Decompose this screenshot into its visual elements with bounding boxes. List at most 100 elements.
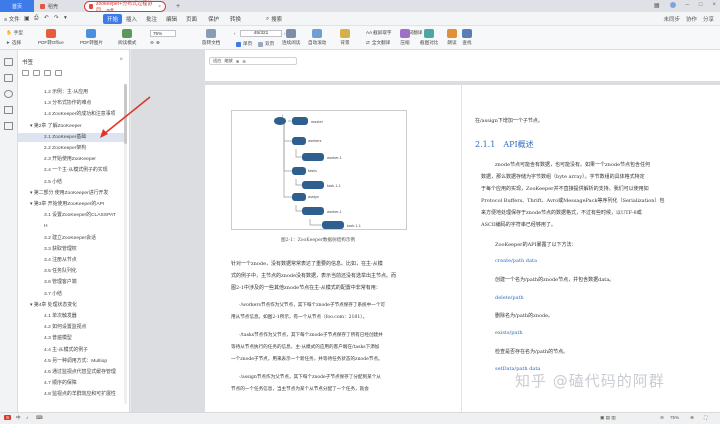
file-menu[interactable]: ≡ 文件 bbox=[4, 15, 20, 23]
close-sidebar-icon[interactable]: × bbox=[119, 57, 123, 63]
status-zoom[interactable]: 75% bbox=[670, 415, 679, 420]
delete-bookmark-icon[interactable] bbox=[55, 70, 62, 76]
screenshot-compare-button[interactable]: 截图对比 bbox=[420, 29, 438, 46]
read-aloud-button[interactable]: 朗读 bbox=[447, 29, 457, 46]
search-button[interactable]: ⌕ 搜索 bbox=[266, 15, 282, 24]
bookmark-item[interactable]: 2.3 开始使用ZooKeeper bbox=[18, 155, 124, 164]
menu-page[interactable]: 页面 bbox=[186, 15, 197, 23]
close-icon[interactable]: × bbox=[158, 4, 161, 10]
status-zoom-in[interactable]: ⊕ bbox=[690, 415, 694, 421]
user-avatar[interactable] bbox=[669, 2, 676, 8]
continuous-read-button[interactable]: 连续阅读 bbox=[282, 29, 300, 46]
bookmark-item[interactable]: 3.6 管理客户端 bbox=[18, 278, 124, 287]
single-page-button[interactable]: 单页 bbox=[236, 41, 252, 47]
ime-voice-icon[interactable]: ♪ bbox=[26, 415, 28, 420]
grid-icon[interactable]: ▦ bbox=[654, 2, 660, 9]
bookmark-item[interactable]: 3.4 注册从节点 bbox=[18, 256, 124, 265]
redo-icon[interactable]: ↷ bbox=[54, 15, 59, 21]
new-tab-button[interactable]: + bbox=[172, 1, 184, 12]
bookmark-item[interactable]: 4.3 普遍模型 bbox=[18, 334, 124, 343]
bookmark-item[interactable]: 3.1 设置ZooKeeper的CLASSPAT bbox=[18, 211, 124, 220]
collapse-icon[interactable] bbox=[33, 70, 40, 76]
ime-keyboard-icon[interactable]: ⌨ bbox=[36, 415, 43, 421]
scale-button[interactable]: 缩放 bbox=[224, 58, 232, 64]
menu-insert[interactable]: 插入 bbox=[126, 15, 137, 23]
bookmark-item[interactable]: 3.3 获取管理权 bbox=[18, 245, 124, 254]
menu-start[interactable]: 开始 bbox=[103, 14, 123, 24]
share-button[interactable]: 分享 bbox=[703, 15, 714, 23]
thumbnail-icon[interactable] bbox=[4, 74, 13, 82]
select-tool[interactable]: ➤ 选择 bbox=[6, 40, 21, 46]
double-page-button[interactable]: 双页 bbox=[258, 41, 274, 47]
menu-comment[interactable]: 批注 bbox=[146, 15, 157, 23]
float-zoom-in-icon[interactable]: ⊕ bbox=[236, 59, 240, 64]
bookmark-item[interactable]: 4.8 监视点的羊群效应和可扩展性 bbox=[18, 390, 124, 399]
document-viewport[interactable]: 适应 缩放 ⊕ ⊖ / master workers worker-1 task… bbox=[131, 50, 720, 412]
bookmark-item[interactable]: ▾ 第二部分 使用ZooKeeper进行开发 bbox=[18, 189, 124, 198]
full-translate-button[interactable]: ⇄ 全文翻译 bbox=[366, 40, 390, 46]
tab-docer[interactable]: 稻壳 bbox=[36, 1, 74, 12]
reading-mode-button[interactable]: 阅读模式 bbox=[118, 29, 136, 46]
pdf-to-image-button[interactable]: PDF转图片 bbox=[80, 29, 103, 46]
bookmark-item[interactable]: 3.2 建立ZooKeeper会话 bbox=[18, 234, 124, 243]
maximize-icon[interactable]: □ bbox=[699, 2, 703, 9]
ime-mode[interactable]: 中 bbox=[16, 415, 21, 421]
bookmark-item[interactable]: 2.4 一个主-从模式例子的实现 bbox=[18, 166, 124, 175]
bookmark-item[interactable]: 4.1 单次触发器 bbox=[18, 312, 124, 321]
bookmark-item[interactable]: ▾ 第4章 处理状态变化 bbox=[18, 301, 124, 310]
save-icon[interactable]: ▣ bbox=[24, 15, 30, 22]
hand-tool[interactable]: ✋ 手型 bbox=[6, 30, 23, 36]
find-button[interactable]: 查找 bbox=[462, 29, 472, 46]
fullscreen-icon[interactable]: ⛶ bbox=[704, 415, 707, 420]
bookmark-item[interactable]: 4.5 另一种调用方式：Multiop bbox=[18, 357, 124, 366]
print-icon[interactable]: ⎙ bbox=[34, 15, 38, 22]
bookmark-item[interactable]: 2.2 ZooKeeper架构 bbox=[18, 144, 124, 153]
menu-protect[interactable]: 保护 bbox=[208, 15, 219, 23]
undo-icon[interactable]: ↶ bbox=[44, 15, 49, 21]
more-icon[interactable]: ▾ bbox=[64, 15, 67, 21]
zoom-out-icon[interactable]: ⊖ bbox=[150, 40, 154, 46]
sync-status[interactable]: 未同步 bbox=[663, 15, 680, 23]
status-zoom-out[interactable]: ⊖ bbox=[660, 415, 664, 421]
ime-icon[interactable]: S bbox=[4, 415, 12, 420]
bookmark-item[interactable]: ▾ 第2章 了解ZooKeeper bbox=[18, 122, 124, 131]
rotate-document-button[interactable]: 旋转文档 bbox=[202, 29, 220, 46]
pdf-to-office-button[interactable]: PDF转Office bbox=[38, 29, 64, 46]
add-bookmark-icon[interactable] bbox=[44, 70, 51, 76]
sidebar-scroll-thumb[interactable] bbox=[124, 84, 127, 144]
minimize-icon[interactable]: – bbox=[686, 2, 689, 9]
screenshot-text-button[interactable]: AA 截屏取字 bbox=[366, 30, 392, 36]
page-number-input[interactable]: 45/321 bbox=[240, 30, 282, 37]
tab-home[interactable]: 首页 bbox=[0, 0, 34, 12]
bookmark-item-selected[interactable]: 2.1 ZooKeeper基础 bbox=[18, 132, 124, 142]
attachment-icon[interactable] bbox=[4, 106, 13, 114]
menu-edit[interactable]: 编辑 bbox=[166, 15, 177, 23]
compress-button[interactable]: 压缩 bbox=[400, 29, 410, 46]
comment-icon[interactable] bbox=[4, 90, 13, 98]
zoom-in-icon[interactable]: ⊕ bbox=[156, 40, 160, 46]
close-window-icon[interactable]: × bbox=[712, 2, 716, 9]
background-button[interactable]: 背景 bbox=[340, 29, 350, 46]
bookmark-item[interactable]: 3.7 小结 bbox=[18, 290, 124, 299]
bookmark-item[interactable]: 3.5 任务队列化 bbox=[18, 267, 124, 276]
expand-icon[interactable] bbox=[22, 70, 29, 76]
tab-pdf-document[interactable]: zookeeper+分布式过程协同....pdf × bbox=[84, 1, 166, 14]
bookmark-item[interactable]: 4.7 顺序的保障 bbox=[18, 379, 124, 388]
bookmark-item[interactable]: 1.3 分布式协作的难点 bbox=[18, 99, 124, 108]
bookmark-item[interactable]: H bbox=[18, 222, 124, 231]
zoom-select[interactable]: 75% bbox=[150, 30, 176, 37]
sidebar-scrollbar[interactable] bbox=[124, 84, 127, 404]
fit-button[interactable]: 适应 bbox=[213, 58, 221, 64]
bookmark-panel-icon[interactable] bbox=[4, 58, 13, 66]
float-zoom-out-icon[interactable]: ⊖ bbox=[242, 59, 246, 64]
layers-icon[interactable] bbox=[4, 122, 13, 130]
prev-page-icon[interactable]: ‹ bbox=[234, 31, 236, 36]
bookmark-item[interactable]: 4.2 如何设置监视点 bbox=[18, 323, 124, 332]
bookmark-item[interactable]: 4.4 主-从模式的例子 bbox=[18, 346, 124, 355]
bookmark-item[interactable]: ▾ 第3章 开始使用ZooKeeper的API bbox=[18, 200, 124, 209]
collaborate-button[interactable]: 协作 bbox=[686, 15, 697, 23]
bookmark-item[interactable]: 1.4 ZooKeeper的成功和注意事项 bbox=[18, 110, 124, 119]
auto-scroll-button[interactable]: 自动滚动 bbox=[308, 29, 326, 46]
bookmark-item[interactable]: 1.2 示例：主-从应用 bbox=[18, 88, 124, 97]
bookmark-item[interactable]: 2.5 小结 bbox=[18, 178, 124, 187]
